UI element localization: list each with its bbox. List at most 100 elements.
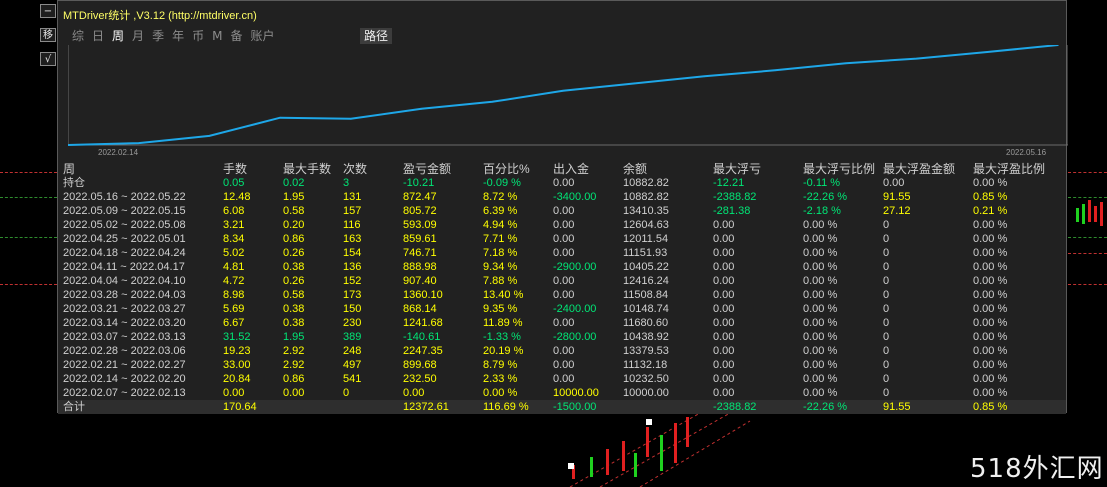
level-line-green-2 [1068,237,1107,238]
cell: 2022.05.16 ~ 2022.05.22 [63,191,186,203]
cell: 0.00 [553,317,575,329]
cell: 91.55 [883,401,911,413]
table-row: 2022.02.28 ~ 2022.03.06 19.23 2.92 248 2247.… [58,344,1066,358]
cell: 2022.02.14 ~ 2022.02.20 [63,373,186,385]
cell: 12416.24 [623,275,669,287]
cell: 0.00 [713,345,735,357]
cell: 0.58 [283,205,305,217]
table-row: 2022.04.04 ~ 2022.04.10 4.72 0.26 152 907.40… [58,274,1066,288]
cell: 0.00 [553,247,575,259]
tab-9[interactable]: 账户 [250,28,274,44]
cell: 33.00 [223,359,251,371]
cell: 152 [343,275,362,287]
tab-2[interactable]: 周 [112,28,124,44]
move-button[interactable]: 移 [40,28,56,42]
table-row: 2022.04.25 ~ 2022.05.01 8.34 0.86 163 859.61… [58,232,1066,246]
cell: 805.72 [403,205,437,217]
cell: 0 [883,387,890,399]
cell: 0.00 [553,233,575,245]
cell: 0.00 % [803,233,838,245]
cell: 0 [883,261,890,273]
cell: 0.00 % [973,317,1008,329]
cell: 9.34 % [483,261,518,273]
cell: 888.98 [403,261,437,273]
cell: 0.00 % [803,261,838,273]
cell: 1360.10 [403,289,443,301]
cell: 0.00 [713,233,735,245]
stats-panel: MTDriver统计 ,V3.12 (http://mtdriver.cn) 综… [57,0,1068,414]
cell: 0.00 % [803,317,838,329]
tab-path[interactable]: 路径 [360,28,393,44]
cell: 0.58 [283,289,305,301]
cell: 170.64 [223,401,257,413]
cell: 31.52 [223,331,251,343]
equity-point-10 [774,69,776,72]
cell: -1500.00 [553,401,597,413]
tab-7[interactable]: M [212,28,222,44]
cell: 899.68 [403,359,437,371]
cell: 13379.53 [623,345,669,357]
level-line-red [1068,172,1107,173]
cell: 10882.82 [623,191,669,203]
equity-point-13 [986,51,989,53]
tab-3[interactable]: 月 [132,28,144,44]
cell: 3 [343,177,350,189]
table-row: 2022.03.21 ~ 2022.03.27 5.69 0.38 150 868.14… [58,302,1066,316]
cell: 10000.00 [553,387,599,399]
tab-5[interactable]: 年 [172,28,184,44]
cell: 7.71 % [483,233,518,245]
cell: 0 [343,387,350,399]
x-tick-start: 2022.02.14 [98,148,139,157]
cell: 0.00 % [973,359,1008,371]
cell: 0.00 [713,261,735,273]
cell: -12.21 [713,177,745,189]
cell: 0.00 [553,205,575,217]
cell: -0.09 % [483,177,521,189]
tab-8[interactable]: 备 [230,28,242,44]
check-button[interactable]: √ [40,52,56,66]
cell: -3400.00 [553,191,597,203]
cell: 157 [343,205,362,217]
cell: 0 [883,233,890,245]
cell: 91.55 [883,191,911,203]
cell: 0.00 % [973,289,1008,301]
cell: 0.02 [283,177,305,189]
equity-point-5 [420,108,423,110]
cell: 150 [343,303,362,315]
table-row: 2022.05.09 ~ 2022.05.15 6.08 0.58 157 805.72… [58,204,1066,218]
tab-4[interactable]: 季 [152,28,164,44]
minimize-button[interactable]: − [40,4,56,18]
cell: 0.00 % [803,345,838,357]
x-tick-end: 2022.05.16 [1006,148,1047,157]
cell: 868.14 [403,303,437,315]
cell: 0 [883,303,890,315]
col-header-3: 次数 [343,162,368,176]
cell: 230 [343,317,362,329]
cell: 10000.00 [623,387,669,399]
cell: 593.09 [403,219,437,231]
col-header-2: 最大手数 [283,162,332,176]
cell: 907.40 [403,275,437,287]
cell: 0.00 % [803,387,838,399]
cell: 2022.05.02 ~ 2022.05.08 [63,219,186,231]
cell: 0.00 % [803,289,838,301]
cell: -2800.00 [553,331,597,343]
cell: -2900.00 [553,261,597,273]
tab-0[interactable]: 综 [72,28,84,44]
cell: 27.12 [883,205,911,217]
cell: 0.00 % [973,345,1008,357]
cell: 2.92 [283,359,305,371]
cell: 0.00 [713,331,735,343]
tab-1[interactable]: 日 [92,28,104,44]
cell: 0.00 [553,219,575,231]
col-header-8: 最大浮亏 [713,162,762,176]
tab-6[interactable]: 币 [192,28,204,44]
cell: 1.95 [283,331,305,343]
cell: 10438.92 [623,331,669,343]
cell: 0.00 [403,387,425,399]
cell: 11508.84 [623,289,669,301]
cell: 0 [883,219,890,231]
cell: 2.92 [283,345,305,357]
level-line-red-3 [1068,284,1107,285]
cell: 2022.03.07 ~ 2022.03.13 [63,331,186,343]
